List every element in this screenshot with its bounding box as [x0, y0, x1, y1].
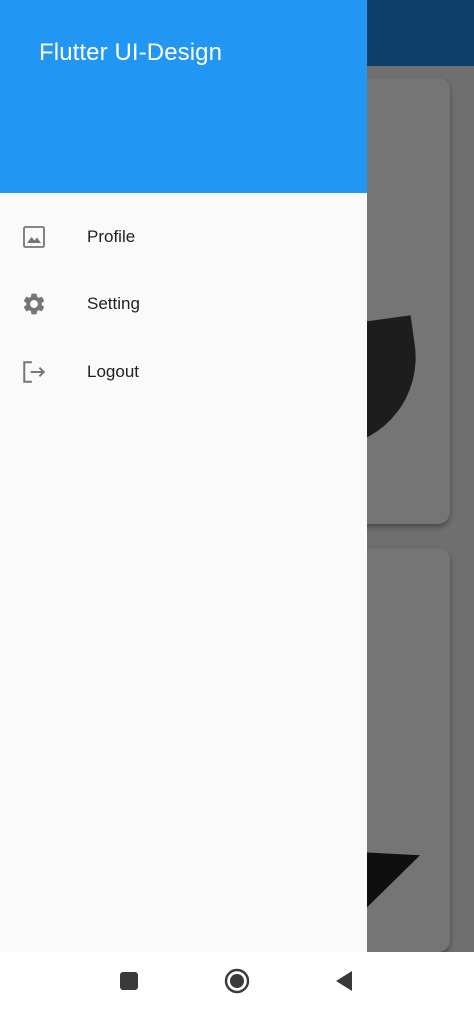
menu-item-label: Setting [87, 294, 140, 314]
home-button[interactable] [207, 952, 267, 1009]
system-navigation-bar [0, 952, 474, 1009]
menu-item-label: Logout [87, 361, 139, 381]
logout-icon [21, 359, 47, 385]
recents-button[interactable] [99, 952, 159, 1009]
triangle-back-icon [336, 970, 352, 991]
menu-item-label: Profile [87, 226, 136, 246]
menu-item-logout[interactable]: Logout [0, 338, 367, 406]
drawer-header: Flutter UI-Design [0, 0, 367, 193]
square-icon [120, 971, 138, 990]
menu-item-setting[interactable]: Setting [0, 271, 367, 339]
back-button[interactable] [314, 952, 374, 1009]
drawer-menu: Profile Setting Logout [0, 203, 367, 406]
gear-icon [21, 291, 47, 317]
circle-icon [224, 968, 250, 993]
menu-item-profile[interactable]: Profile [0, 203, 367, 271]
drawer-title: Flutter UI-Design [39, 39, 223, 66]
image-icon [21, 224, 47, 250]
navigation-drawer: Flutter UI-Design Profile Setting Logout [0, 0, 367, 952]
